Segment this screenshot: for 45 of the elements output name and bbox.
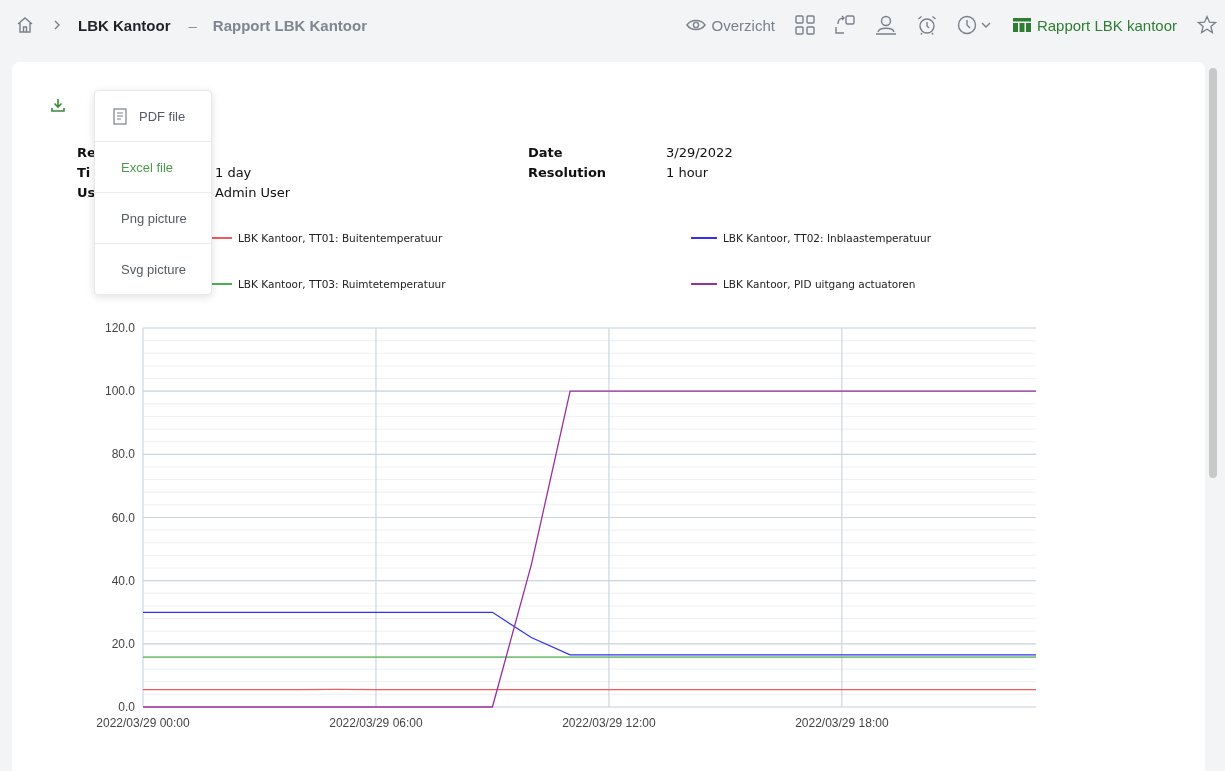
info-label: Re bbox=[77, 144, 96, 160]
clock-dropdown-icon[interactable] bbox=[956, 15, 993, 35]
scrollbar[interactable] bbox=[1209, 68, 1217, 478]
info-label: Resolution bbox=[528, 164, 607, 180]
x-axis-label: 2022/03/29 18:00 bbox=[795, 716, 889, 730]
grid-icon[interactable] bbox=[794, 15, 815, 35]
document-icon bbox=[113, 107, 127, 125]
download-icon[interactable] bbox=[51, 98, 65, 112]
info-value: 1 day bbox=[215, 164, 253, 180]
info-label: Us bbox=[77, 184, 96, 200]
breadcrumb-separator: – bbox=[188, 16, 197, 34]
menu-item[interactable]: PDF file bbox=[95, 91, 211, 141]
x-axis-label: 2022/03/29 12:00 bbox=[562, 716, 656, 730]
y-axis-label: 20.0 bbox=[111, 636, 135, 651]
menu-item[interactable]: Png picture bbox=[95, 192, 211, 243]
info-value: Admin User bbox=[215, 184, 292, 200]
chevron-right-icon bbox=[52, 19, 62, 31]
y-axis-label: 40.0 bbox=[111, 573, 135, 588]
swap-icon[interactable] bbox=[834, 15, 855, 35]
page-title: Rapport LBK Kantoor bbox=[212, 16, 367, 34]
user-icon[interactable] bbox=[874, 15, 897, 35]
info-label: Ti bbox=[77, 164, 91, 180]
y-axis-label: 100.0 bbox=[104, 384, 135, 399]
y-axis-label: 0.0 bbox=[118, 700, 135, 714]
menu-item[interactable]: Svg picture bbox=[95, 243, 211, 294]
legend-label: LBK Kantoor, PID uitgang actuatoren bbox=[723, 278, 916, 290]
alarm-clock-icon[interactable] bbox=[916, 15, 937, 35]
x-axis-label: 2022/03/29 06:00 bbox=[329, 716, 423, 730]
eye-icon bbox=[685, 18, 706, 32]
legend-label: LBK Kantoor, TT02: Inblaastemperatuur bbox=[723, 232, 931, 244]
report-button[interactable]: Rapport LBK kantoor bbox=[1012, 16, 1177, 34]
legend-label: LBK Kantoor, TT03: Ruimtetemperatuur bbox=[238, 278, 446, 290]
info-value: 3/29/2022 bbox=[666, 144, 734, 160]
y-axis-label: 60.0 bbox=[111, 510, 135, 525]
info-value: 1 hour bbox=[666, 164, 710, 180]
x-axis-label: 2022/03/29 00:00 bbox=[96, 716, 190, 730]
y-axis-label: 120.0 bbox=[104, 321, 135, 335]
table-icon bbox=[1012, 18, 1031, 32]
home-icon[interactable] bbox=[16, 16, 34, 34]
info-label: Date bbox=[528, 144, 563, 160]
legend-label: LBK Kantoor, TT01: Buitentemperatuur bbox=[238, 232, 443, 244]
star-icon[interactable] bbox=[1197, 15, 1217, 35]
overview-button[interactable]: Overzicht bbox=[685, 16, 775, 34]
breadcrumb-link[interactable]: LBK Kantoor bbox=[78, 16, 171, 34]
y-axis-label: 80.0 bbox=[111, 447, 135, 462]
